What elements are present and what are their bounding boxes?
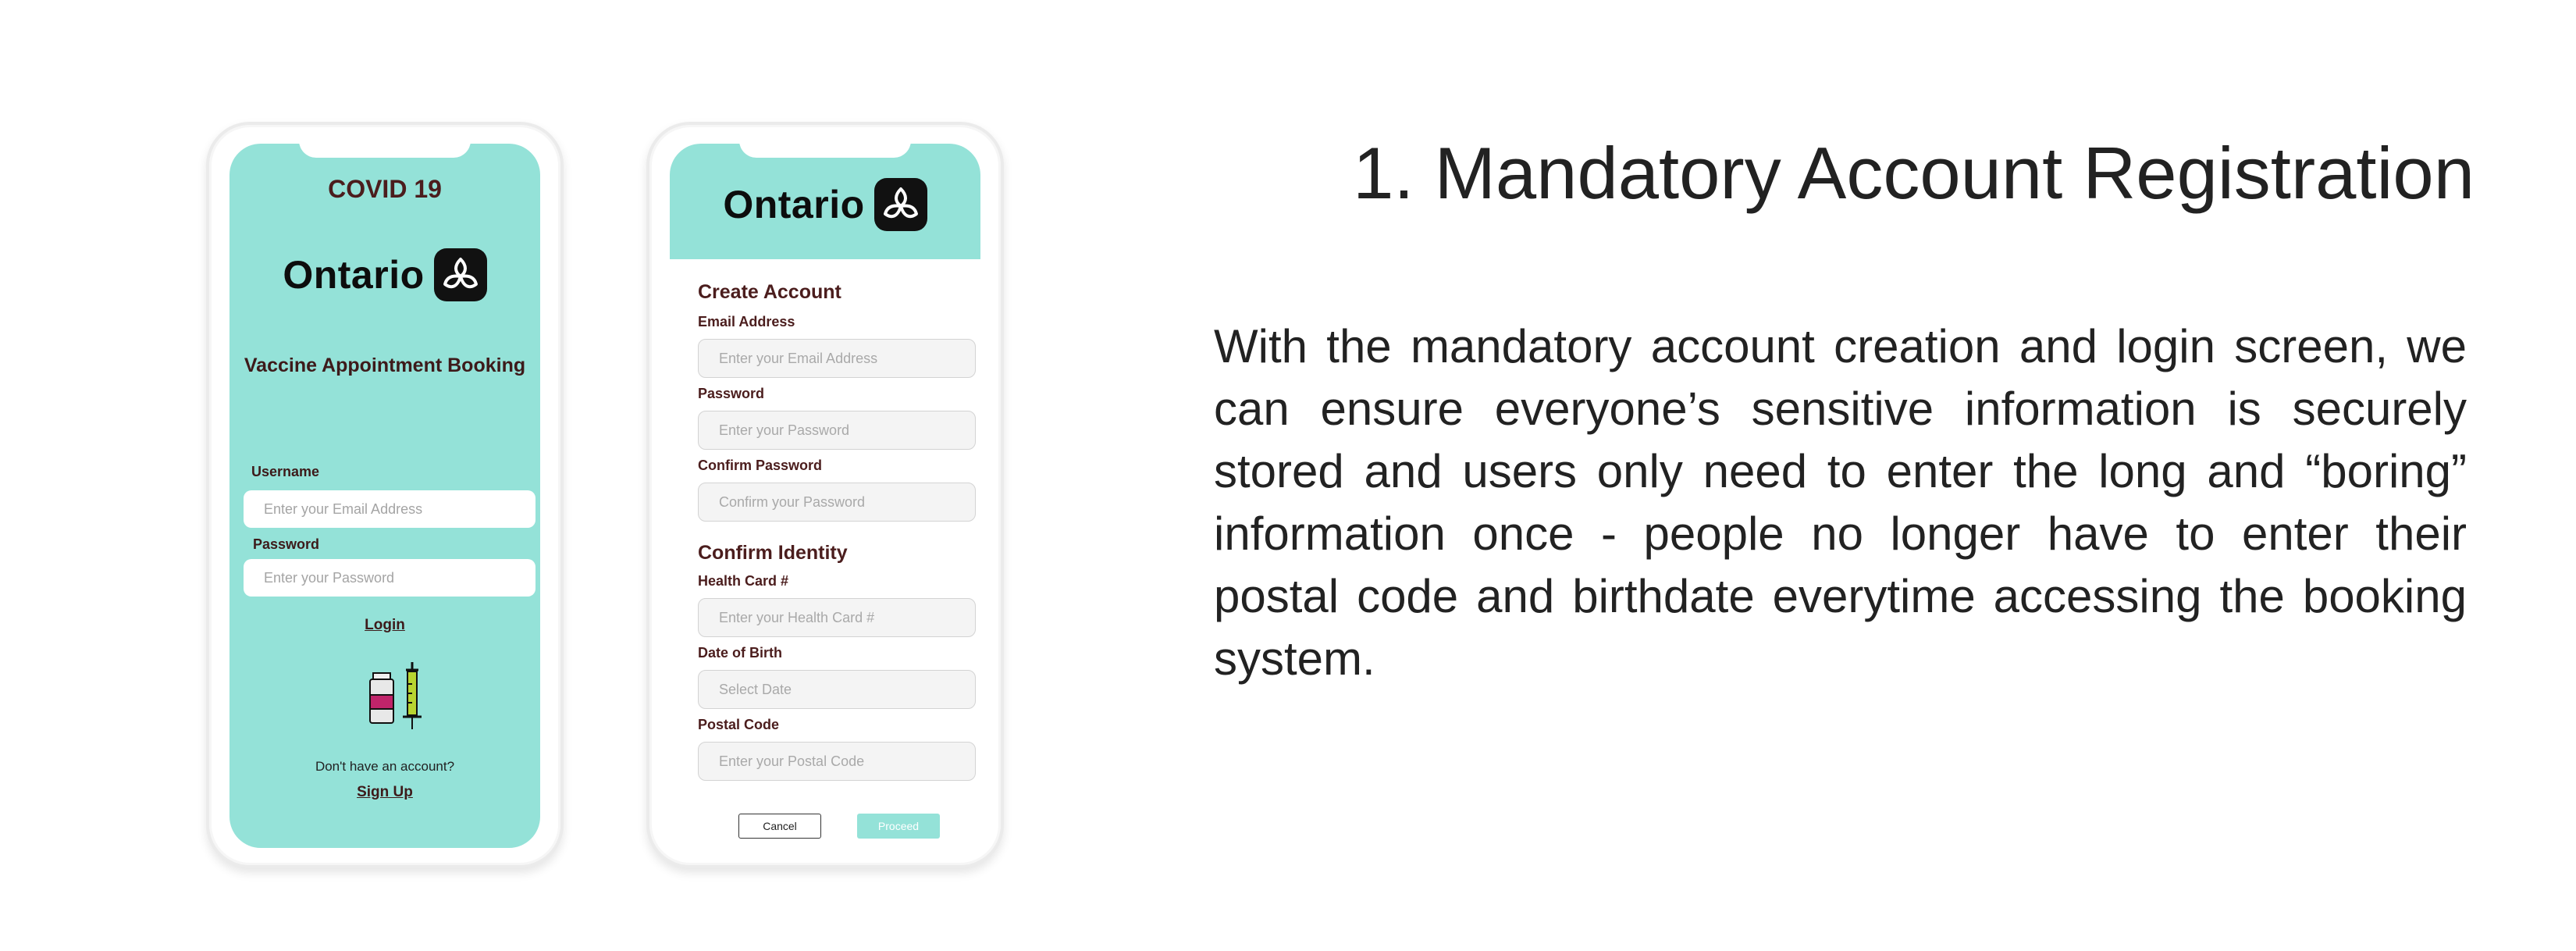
cancel-button[interactable]: Cancel: [738, 814, 821, 839]
section-heading: 1. Mandatory Account Registration: [1353, 132, 2475, 214]
description-paragraph: With the mandatory account creation and …: [1214, 320, 2467, 685]
phone-notch: [299, 141, 471, 158]
password-input[interactable]: Enter your Password: [698, 411, 976, 450]
dob-label: Date of Birth: [698, 645, 782, 661]
email-label: Email Address: [698, 314, 795, 329]
signup-phone-mockup: Ontario Create Account Email Address Ent…: [646, 122, 1004, 868]
email-input[interactable]: Enter your Email Address: [698, 339, 976, 378]
confirm-password-input[interactable]: Confirm your Password: [698, 483, 976, 522]
password-label: Password: [253, 536, 320, 552]
syringe-icon: [403, 662, 422, 729]
phone-notch: [739, 141, 911, 158]
ontario-trillium-icon: [433, 248, 487, 301]
postal-code-input[interactable]: Enter your Postal Code: [698, 742, 976, 781]
vaccine-vial-icon: [369, 672, 394, 724]
no-account-text: Don't have an account?: [315, 759, 455, 774]
password-input[interactable]: Enter your Password: [244, 559, 535, 597]
postal-code-label: Postal Code: [698, 717, 780, 732]
username-input[interactable]: Enter your Email Address: [244, 490, 535, 528]
sign-up-link[interactable]: Sign Up: [357, 784, 413, 800]
confirm-identity-title: Confirm Identity: [698, 542, 848, 564]
covid-title: COVID 19: [328, 175, 442, 203]
ontario-logo: Ontario: [670, 175, 980, 234]
signup-screen: Ontario Create Account Email Address Ent…: [670, 144, 980, 848]
ontario-wordmark: Ontario: [723, 183, 865, 226]
login-phone-mockup: COVID 19 Ontario Vaccine Appointment Boo…: [206, 122, 564, 868]
create-account-title: Create Account: [698, 281, 841, 303]
ontario-trillium-icon: [873, 178, 927, 231]
password-label: Password: [698, 386, 765, 401]
vaccine-illustration: [365, 661, 431, 731]
username-label: Username: [251, 464, 320, 479]
ontario-wordmark: Ontario: [283, 253, 425, 297]
confirm-password-label: Confirm Password: [698, 458, 823, 473]
login-screen: COVID 19 Ontario Vaccine Appointment Boo…: [229, 144, 540, 848]
proceed-button[interactable]: Proceed: [857, 814, 940, 839]
login-link[interactable]: Login: [365, 617, 405, 633]
booking-subtitle: Vaccine Appointment Booking: [244, 354, 526, 376]
health-card-input[interactable]: Enter your Health Card #: [698, 598, 976, 637]
health-card-label: Health Card #: [698, 573, 789, 589]
dob-picker[interactable]: Select Date: [698, 670, 976, 709]
ontario-logo: Ontario: [229, 245, 540, 305]
